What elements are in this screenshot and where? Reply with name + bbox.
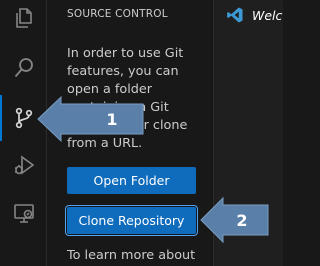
vscode-logo-icon: [227, 7, 243, 23]
run-and-debug-icon: [14, 155, 34, 175]
tab-welcome[interactable]: Welcome: [214, 0, 283, 30]
callout-arrow-1: 1: [37, 95, 144, 143]
tab-label: Welcome: [252, 7, 283, 23]
message-line: features, you can: [67, 64, 179, 79]
remote-explorer-icon: [13, 204, 34, 223]
open-folder-button[interactable]: Open Folder: [67, 167, 196, 194]
callout-arrow-2: 2: [200, 196, 269, 244]
clone-repository-button[interactable]: Clone Repository: [65, 205, 198, 236]
callout-number-2: 2: [236, 211, 247, 230]
run-and-debug-button[interactable]: [0, 140, 47, 190]
message-line: In order to use Git: [67, 46, 184, 61]
callout-number-1: 1: [106, 110, 117, 129]
remote-explorer-button[interactable]: [0, 188, 47, 238]
sidebar-title: SOURCE CONTROL: [67, 8, 168, 20]
search-button[interactable]: [0, 43, 47, 93]
learn-more-text: To learn more about: [67, 248, 196, 263]
explorer-icon: [15, 8, 32, 28]
explorer-button[interactable]: [0, 0, 47, 43]
search-icon: [14, 58, 33, 78]
source-control-icon: [15, 107, 32, 129]
